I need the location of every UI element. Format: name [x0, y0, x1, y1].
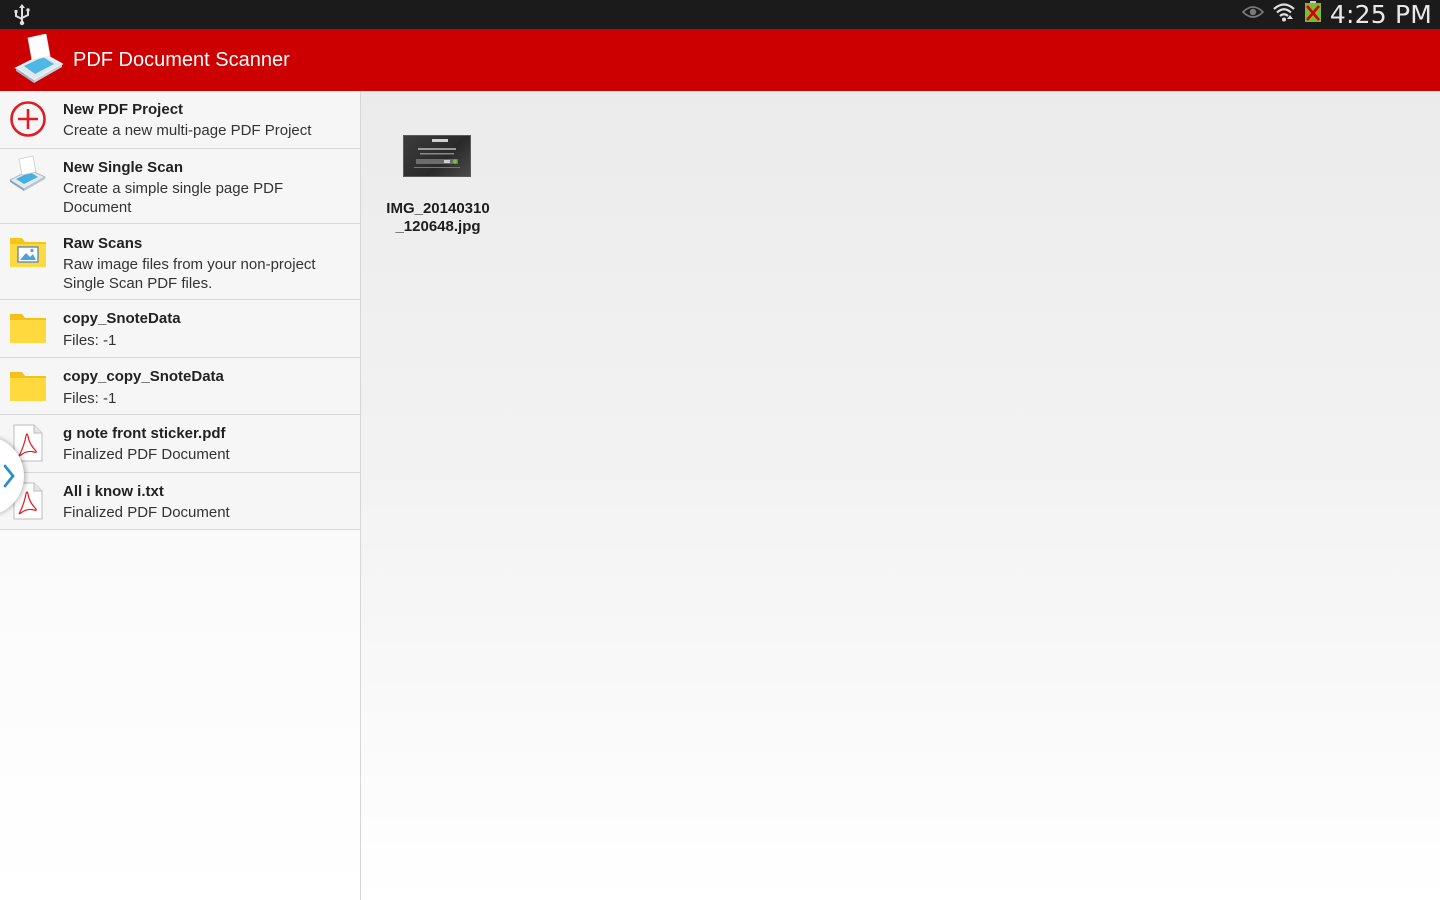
usb-icon: [12, 4, 32, 26]
sidebar-item-subtitle: Files: -1: [63, 332, 117, 349]
sidebar-item-all-i-know[interactable]: All i know i.txt Finalized PDF Document: [0, 473, 360, 530]
scanner-icon: [9, 155, 47, 193]
sidebar-item-subtitle: Create a new multi-page PDF Project: [63, 122, 312, 139]
eye-icon: [1241, 4, 1264, 25]
status-time: 4:25 PM: [1329, 0, 1432, 29]
file-name: IMG_20140310_120648.jpg: [386, 200, 490, 235]
sidebar-item-new-pdf-project[interactable]: New PDF Project Create a new multi-page …: [0, 91, 360, 149]
sidebar-item-title: New PDF Project: [63, 101, 184, 118]
sidebar-item-new-single-scan[interactable]: New Single Scan Create a simple single p…: [0, 149, 360, 224]
sidebar-item-title: New Single Scan: [63, 159, 184, 176]
add-circle-icon: [9, 100, 47, 138]
sidebar-item-subtitle: Files: -1: [63, 390, 117, 407]
action-bar: PDF Document Scanner: [0, 29, 1440, 91]
app-title: PDF Document Scanner: [73, 49, 290, 71]
sidebar-item-subtitle: Finalized PDF Document: [63, 504, 230, 521]
sidebar-item-title: copy_copy_SnoteData: [63, 368, 224, 385]
sidebar-item-copy-snotedata[interactable]: copy_SnoteData Files: -1: [0, 300, 360, 358]
chevron-right-icon: [3, 464, 15, 488]
sidebar-item-title: copy_SnoteData: [63, 310, 181, 327]
sidebar-item-g-note-front-sticker[interactable]: g note front sticker.pdf Finalized PDF D…: [0, 415, 360, 473]
status-bar: 4:25 PM: [0, 0, 1440, 29]
sidebar-item-subtitle: Create a simple single page PDF Document: [63, 180, 284, 216]
sidebar-item-title: g note front sticker.pdf: [63, 425, 226, 442]
battery-icon: [1304, 1, 1322, 28]
sidebar-item-raw-scans[interactable]: Raw Scans Raw image files from your non-…: [0, 224, 360, 300]
wifi-icon: [1272, 1, 1296, 28]
sidebar-item-copy-copy-snotedata[interactable]: copy_copy_SnoteData Files: -1: [0, 358, 360, 415]
sidebar-item-title: Raw Scans: [63, 235, 143, 252]
sidebar: New PDF Project Create a new multi-page …: [0, 91, 361, 900]
folder-icon: [9, 309, 47, 347]
sidebar-item-subtitle: Raw image files from your non-project Si…: [63, 256, 316, 292]
folder-icon: [9, 367, 47, 405]
sidebar-item-title: All i know i.txt: [63, 483, 164, 500]
file-grid: IMG_20140310_120648.jpg: [361, 91, 1440, 900]
sidebar-item-subtitle: Finalized PDF Document: [63, 446, 230, 463]
image-folder-icon: [9, 233, 47, 271]
scanner-logo-icon[interactable]: [14, 33, 66, 84]
file-thumbnail: [403, 135, 471, 177]
